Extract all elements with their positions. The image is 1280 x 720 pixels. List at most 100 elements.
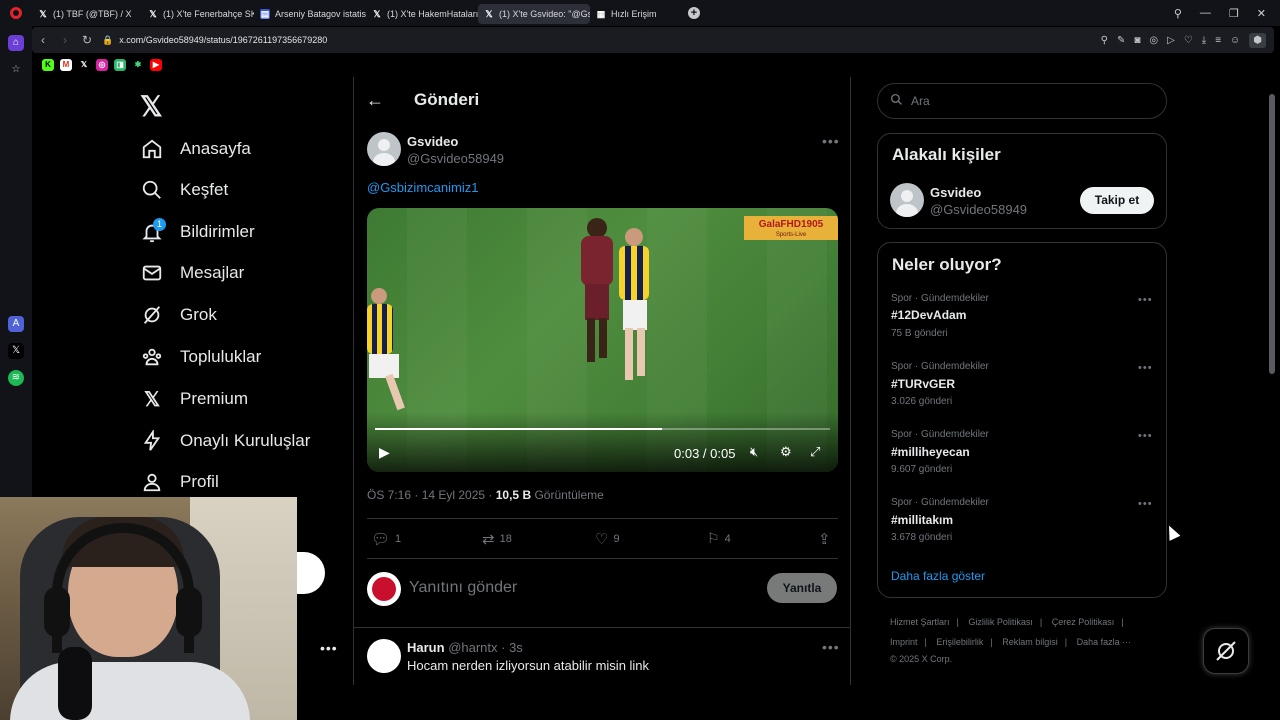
footer-link[interactable]: Gizlilik Politikası (968, 617, 1033, 627)
footer-link[interactable]: Hizmet Şartları (890, 617, 950, 627)
aria-icon[interactable]: A (8, 316, 24, 332)
reply-action[interactable]: 💬︎ 1 (371, 530, 401, 548)
post-more-icon[interactable]: ••• (822, 133, 840, 149)
bookmark-x-icon[interactable]: 𝕏 (78, 59, 90, 71)
author-name[interactable]: Gsvideo (407, 134, 458, 149)
search-input[interactable]: Ara (877, 83, 1167, 119)
bookmark-instagram-icon[interactable]: ◎ (96, 59, 108, 71)
download-icon[interactable]: ⤓ (1202, 35, 1206, 46)
bookmark-k-icon[interactable]: K (42, 59, 54, 71)
video-progress-bar[interactable] (375, 428, 830, 430)
related-name[interactable]: Gsvideo (930, 185, 981, 200)
new-tab-button[interactable]: + (688, 7, 700, 19)
profile-icon[interactable]: ☺ (1230, 35, 1240, 46)
footer-link[interactable]: Imprint (890, 637, 918, 647)
follow-button[interactable]: Takip et (1080, 187, 1154, 214)
home-icon[interactable]: ⌂ (8, 35, 24, 51)
author-handle[interactable]: @Gsvideo58949 (407, 151, 504, 166)
reload-icon[interactable]: ↻ (76, 33, 98, 47)
back-icon[interactable]: ‹ (32, 33, 54, 47)
tab-search-icon[interactable]: ⚲ (1174, 7, 1182, 20)
spotify-icon[interactable]: ≋ (8, 370, 24, 386)
settings-gear-icon[interactable]: ⚙ (780, 444, 792, 460)
avatar[interactable] (367, 132, 401, 166)
reply-input[interactable]: Yanıtını gönder (409, 579, 517, 597)
browser-tab[interactable]: 𝕏(1) X'te Fenerbahçe SK: "3 (142, 4, 254, 24)
trend-more-icon[interactable]: ••• (1138, 430, 1153, 442)
nav-verified-orgs[interactable]: Onaylı Kuruluşlar (140, 426, 310, 456)
maximize-button[interactable]: ❐ (1229, 7, 1239, 20)
camera-icon[interactable]: ◙ (1134, 35, 1140, 46)
nav-premium[interactable]: 𝕏 Premium (140, 384, 248, 414)
video-player[interactable]: GalaFHD1905 Sports-Live ▶ 0:03 / 0:05 🔇︎ … (367, 208, 838, 472)
my-avatar[interactable] (367, 572, 401, 606)
play-icon[interactable]: ▶ (379, 444, 390, 461)
footer-link[interactable]: Çerez Politikası (1052, 617, 1115, 627)
footer-link[interactable]: Reklam bilgisi (1002, 637, 1058, 647)
nav-home[interactable]: Anasayfa (140, 134, 251, 164)
avatar[interactable] (890, 183, 924, 217)
page-scrollbar[interactable] (1268, 80, 1276, 690)
vpn-icon[interactable]: ◎ (1149, 35, 1158, 46)
divider (367, 558, 838, 559)
bookmark-puzzle-icon[interactable]: ✱ (132, 59, 144, 71)
trend-tag[interactable]: #12DevAdam (891, 308, 966, 322)
x-icon: 𝕏 (373, 9, 381, 19)
bookmark-action[interactable]: ⚐ 4 (707, 530, 731, 547)
browser-tab[interactable]: 𝕏 (1) TBF (@TBF) / X (32, 4, 142, 24)
bookmark-green-icon[interactable]: ◨ (114, 59, 126, 71)
footer-link[interactable]: Erişilebilirlik (936, 637, 983, 647)
browser-tab[interactable]: 𝕏(1) X'te HakemHataları: "G (366, 4, 478, 24)
browser-tab[interactable]: ▦ Hızlı Erişim (590, 4, 680, 24)
trend-tag[interactable]: #milliheyecan (891, 445, 970, 459)
trend-tag[interactable]: #millitakım (891, 513, 953, 527)
x-logo-icon[interactable]: 𝕏 (140, 90, 163, 123)
heart-icon: ♡ (595, 531, 609, 548)
extension-icon[interactable]: ⬢ (1249, 32, 1266, 48)
page-title: Gönderi (414, 90, 480, 109)
account-more-icon[interactable]: ••• (320, 640, 338, 656)
star-icon[interactable]: ☆ (8, 62, 24, 78)
nav-profile[interactable]: Profil (140, 467, 219, 497)
like-action[interactable]: ♡ 9 (595, 530, 620, 548)
show-more-link[interactable]: Daha fazla göster (891, 569, 985, 583)
trend-more-icon[interactable]: ••• (1138, 498, 1153, 510)
trend-tag[interactable]: #TURvGER (891, 377, 955, 391)
menu-icon[interactable]: ≡ (1215, 35, 1221, 46)
fullscreen-icon[interactable]: ⤢ (810, 444, 820, 460)
browser-tab[interactable]: ▤Arseniy Batagov istatistikl (254, 4, 366, 24)
zoom-icon[interactable]: ⚲ (1101, 35, 1108, 46)
x-icon[interactable]: 𝕏 (8, 343, 24, 359)
forward-icon[interactable]: › (54, 33, 76, 47)
close-window-button[interactable]: ✕ (1257, 7, 1266, 20)
mention-link[interactable]: @Gsbizimcanimiz1 (367, 180, 478, 195)
nav-notifications[interactable]: 1 Bildirimler (140, 217, 255, 247)
repost-action[interactable]: ⇄ 18 (482, 530, 512, 548)
bookmark-youtube-icon[interactable]: ▶ (150, 59, 162, 71)
bookmark-gmail-icon[interactable]: M (60, 59, 72, 71)
url-field[interactable]: 🔒 x.com/Gsvideo58949/status/196726119735… (102, 35, 327, 46)
nav-grok[interactable]: Grok (140, 300, 217, 330)
nav-messages[interactable]: Mesajlar (140, 258, 244, 288)
heart-icon[interactable]: ♡ (1184, 35, 1193, 46)
minimize-button[interactable]: — (1200, 7, 1211, 19)
trend-more-icon[interactable]: ••• (1138, 294, 1153, 306)
opera-menu-icon[interactable] (0, 0, 32, 26)
share-action[interactable]: ⇪ (818, 530, 831, 548)
reply-button[interactable]: Yanıtla (767, 573, 837, 603)
comment-avatar[interactable] (367, 639, 401, 673)
related-handle[interactable]: @Gsvideo58949 (930, 202, 1027, 217)
play-icon[interactable]: ▷ (1167, 35, 1175, 46)
grok-floating-button[interactable] (1203, 628, 1249, 674)
player-figure (615, 228, 655, 388)
browser-tab-active[interactable]: 𝕏(1) X'te Gsvideo: "@Gsbiz (478, 4, 590, 24)
comment-author[interactable]: Harun @harntx · 3s (407, 640, 523, 655)
mute-icon[interactable]: 🔇︎ (750, 444, 758, 460)
nav-explore[interactable]: Keşfet (140, 175, 228, 205)
nav-communities[interactable]: Topluluklar (140, 342, 261, 372)
trend-more-icon[interactable]: ••• (1138, 362, 1153, 374)
comment-more-icon[interactable]: ••• (822, 639, 840, 655)
back-arrow-icon[interactable]: ← (366, 90, 384, 111)
edit-icon[interactable]: ✎ (1117, 35, 1125, 46)
footer-link[interactable]: Daha fazla ··· (1077, 637, 1132, 647)
